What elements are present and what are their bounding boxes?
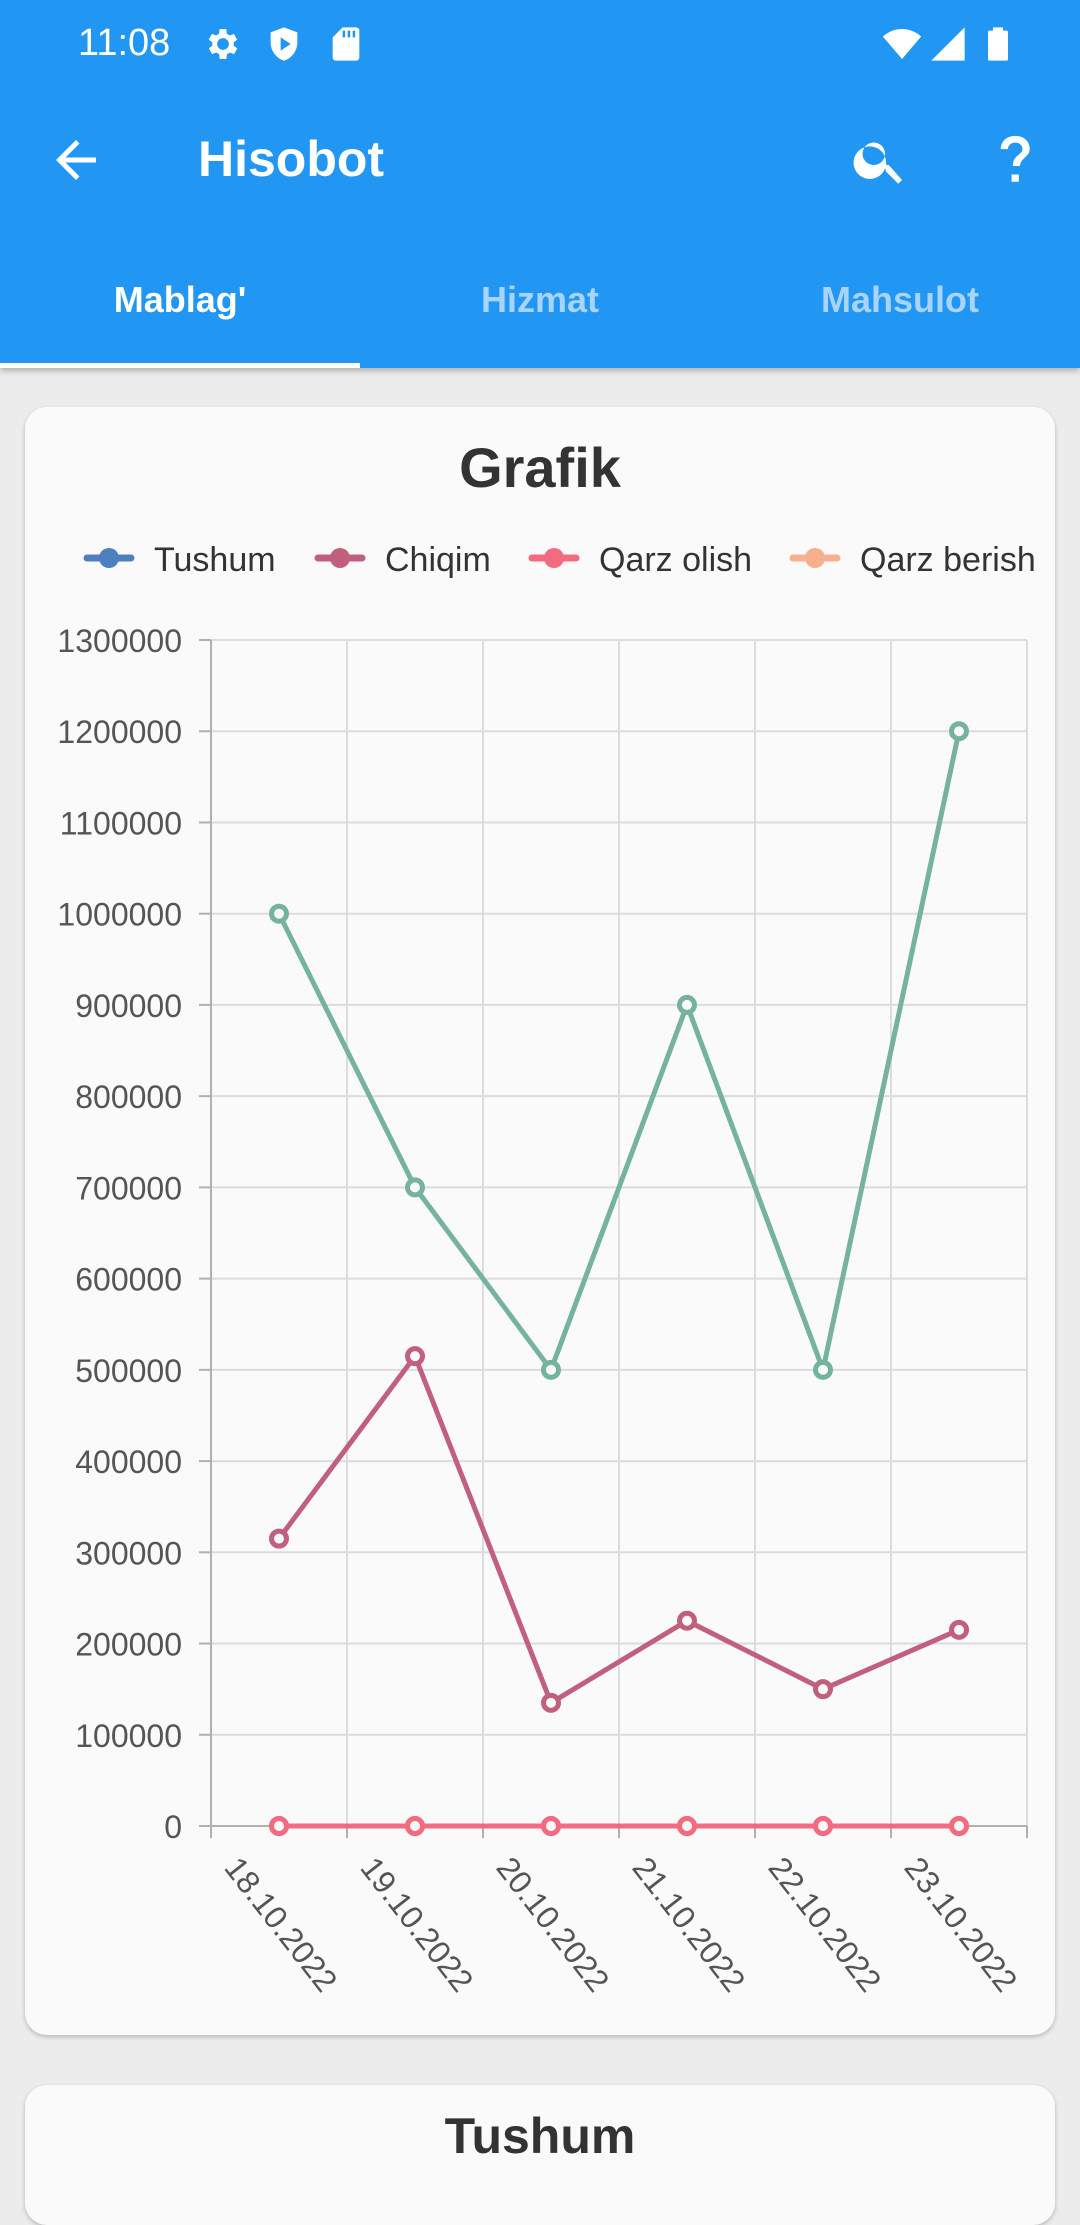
data-point[interactable] — [405, 1177, 425, 1198]
legend-label: Tushum — [154, 541, 276, 579]
x-tick-label: 23.10.2022 — [897, 1850, 1024, 1998]
data-point[interactable] — [541, 1359, 561, 1380]
y-tick-label: 200000 — [75, 1627, 182, 1663]
y-tick-label: 800000 — [75, 1079, 182, 1115]
legend-marker — [544, 548, 564, 568]
data-point[interactable] — [269, 1528, 289, 1549]
chart-legend: Tushum Chiqim Qarz olish Qarz berish — [83, 541, 1036, 579]
data-point[interactable] — [813, 1359, 833, 1380]
y-tick-label: 1000000 — [57, 897, 182, 933]
data-point[interactable] — [949, 1619, 969, 1640]
x-tick-label: 22.10.2022 — [761, 1850, 888, 1998]
status-time: 11:08 — [78, 22, 171, 64]
y-tick-label: 0 — [164, 1809, 182, 1845]
data-point[interactable] — [405, 1816, 425, 1836]
legend-marker — [330, 548, 350, 568]
data-point[interactable] — [541, 1692, 561, 1713]
data-point[interactable] — [269, 1816, 289, 1836]
legend-item[interactable]: Qarz olish — [528, 541, 752, 579]
data-point[interactable] — [405, 1346, 425, 1367]
y-axis: 0 100000 200000 300000 400000 500000 600000 700… — [57, 623, 211, 1845]
tab-mablag[interactable]: Mablag' — [0, 248, 360, 368]
shield-play-icon — [270, 27, 298, 61]
legend-label: Chiqim — [385, 541, 491, 579]
battery-icon — [988, 27, 1008, 61]
data-point[interactable] — [541, 1816, 561, 1836]
y-tick-label: 900000 — [75, 988, 182, 1024]
data-point[interactable] — [269, 903, 289, 924]
data-point[interactable] — [949, 721, 969, 742]
status-bar: 11:08 — [0, 0, 1080, 90]
legend-item[interactable]: Qarz berish — [789, 541, 1036, 579]
search-icon[interactable] — [850, 130, 910, 190]
x-tick-label: 18.10.2022 — [217, 1850, 344, 1998]
data-point[interactable] — [813, 1816, 833, 1836]
wifi-icon — [882, 29, 922, 59]
tab-bar: Mablag' Hizmat Mahsulot — [0, 248, 1080, 368]
legend-marker — [99, 548, 119, 568]
y-tick-label: 300000 — [75, 1535, 182, 1571]
chart-card: Grafik Tushum Chiqim Qarz olish Qarz berish… — [25, 407, 1055, 2035]
legend-label: Qarz olish — [599, 541, 752, 579]
y-tick-label: 600000 — [75, 1262, 182, 1298]
y-tick-label: 1100000 — [60, 805, 182, 841]
tab-mahsulot[interactable]: Mahsulot — [720, 248, 1080, 368]
legend-label: Qarz berish — [860, 541, 1036, 579]
tab-hizmat[interactable]: Hizmat — [360, 248, 720, 368]
y-tick-label: 1300000 — [57, 623, 182, 659]
data-point[interactable] — [677, 1816, 697, 1836]
x-tick-label: 21.10.2022 — [625, 1850, 752, 1998]
line-chart: Grafik Tushum Chiqim Qarz olish Qarz berish… — [57, 436, 1036, 1999]
y-tick-label: 400000 — [75, 1444, 182, 1480]
x-tick-label: 19.10.2022 — [353, 1850, 480, 1998]
gear-icon — [208, 29, 238, 59]
tab-indicator — [0, 363, 360, 368]
chart-grid — [199, 639, 1028, 1838]
chart-title: Grafik — [459, 436, 622, 499]
app-bar: 11:08 Hisobot Mablag' Hizmat Mahsulot — [0, 0, 1080, 368]
data-point[interactable] — [677, 994, 697, 1015]
y-tick-label: 700000 — [75, 1170, 182, 1206]
x-axis: 18.10.2022 19.10.2022 20.10.2022 21.10.2022… — [210, 1826, 1028, 1999]
y-tick-label: 1200000 — [57, 714, 182, 750]
help-icon[interactable] — [985, 128, 1043, 192]
legend-item[interactable]: Chiqim — [314, 541, 491, 579]
y-tick-label: 500000 — [75, 1353, 182, 1389]
page-title: Hisobot — [198, 131, 385, 187]
tushum-card: Tushum — [25, 2085, 1055, 2225]
sd-card-icon — [332, 27, 360, 61]
legend-item[interactable]: Tushum — [83, 541, 276, 579]
arrow-left-icon[interactable] — [46, 130, 106, 190]
y-tick-label: 100000 — [75, 1718, 182, 1754]
data-point[interactable] — [813, 1679, 833, 1700]
signal-icon — [931, 27, 965, 61]
data-point[interactable] — [949, 1816, 969, 1836]
x-tick-label: 20.10.2022 — [489, 1850, 616, 1998]
data-point[interactable] — [677, 1610, 697, 1631]
legend-marker — [805, 548, 825, 568]
tushum-card-title: Tushum — [444, 2108, 636, 2164]
